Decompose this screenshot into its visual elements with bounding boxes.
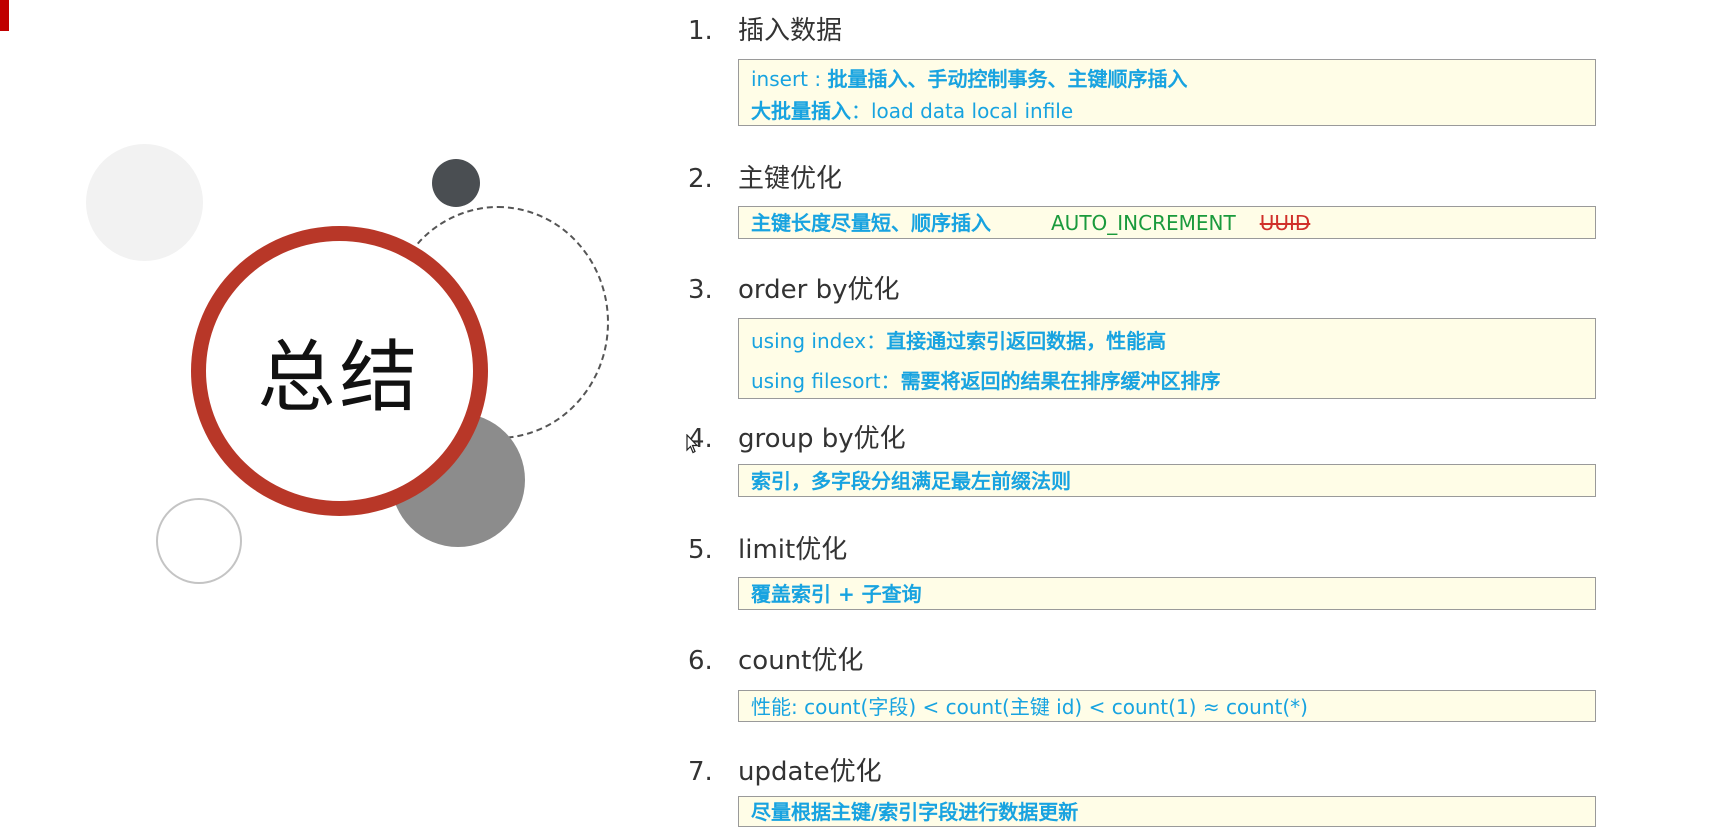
decor-circle-dark — [432, 159, 480, 207]
decor-circle-light — [86, 144, 203, 261]
section-box: 尽量根据主键/索引字段进行数据更新 — [738, 796, 1596, 827]
section-number: 2. — [688, 164, 713, 194]
summary-title: 总结 — [257, 333, 422, 423]
line-text: 覆盖索引 + 子查询 — [751, 582, 922, 606]
section-box: 索引，多字段分组满足最左前缀法则 — [738, 464, 1596, 497]
section-number: 6. — [688, 646, 713, 676]
section-limit: 5. limit优化 覆盖索引 + 子查询 — [688, 529, 1598, 610]
section-box: insert : 批量插入、手动控制事务、主键顺序插入 大批量插入：load d… — [738, 59, 1596, 126]
corner-accent-mark — [0, 0, 9, 31]
summary-circle: 总结 — [191, 226, 488, 516]
line-value: 直接通过索引返回数据，性能高 — [886, 329, 1167, 353]
section-insert: 1. 插入数据 insert : 批量插入、手动控制事务、主键顺序插入 大批量插… — [688, 10, 1598, 126]
section-title: update优化 — [738, 757, 882, 787]
line-key: 大批量插入 — [751, 99, 851, 123]
section-title: group by优化 — [738, 424, 906, 454]
section-primary-key: 2. 主键优化 主键长度尽量短、顺序插入 AUTO_INCREMENT UUID — [688, 158, 1598, 239]
line-key: using filesort： — [751, 369, 901, 393]
auto-increment-label: AUTO_INCREMENT — [1051, 211, 1236, 235]
mouse-pointer-icon — [686, 434, 698, 454]
line-text: 尽量根据主键/索引字段进行数据更新 — [751, 800, 1079, 824]
section-count: 6. count优化 性能: count(字段) < count(主键 id) … — [688, 640, 1598, 722]
line-value: 批量插入、手动控制事务、主键顺序插入 — [827, 67, 1188, 91]
section-number: 5. — [688, 535, 713, 565]
decor-circle-outline — [156, 498, 242, 584]
line-text: 索引，多字段分组满足最左前缀法则 — [751, 469, 1071, 493]
section-title: limit优化 — [738, 535, 848, 565]
line-text: 主键长度尽量短、顺序插入 — [751, 211, 991, 235]
section-box: 主键长度尽量短、顺序插入 AUTO_INCREMENT UUID — [738, 206, 1596, 239]
section-group-by: 4. group by优化 索引，多字段分组满足最左前缀法则 — [688, 418, 1598, 497]
uuid-strikethrough: UUID — [1259, 211, 1311, 235]
line-text: 性能: count(字段) < count(主键 id) < count(1) … — [751, 695, 1308, 719]
section-title: 主键优化 — [738, 164, 843, 194]
line-key: using index： — [751, 329, 887, 353]
section-title: count优化 — [738, 646, 864, 676]
section-title: 插入数据 — [738, 16, 843, 46]
section-number: 1. — [688, 16, 713, 46]
line-value: 需要将返回的结果在排序缓冲区排序 — [900, 369, 1221, 393]
section-box: using index：直接通过索引返回数据，性能高 using filesor… — [738, 318, 1596, 399]
section-update: 7. update优化 尽量根据主键/索引字段进行数据更新 — [688, 751, 1598, 827]
section-number: 7. — [688, 757, 713, 787]
section-title: order by优化 — [738, 275, 900, 305]
section-box: 覆盖索引 + 子查询 — [738, 577, 1596, 610]
section-box: 性能: count(字段) < count(主键 id) < count(1) … — [738, 690, 1596, 722]
section-number: 3. — [688, 275, 713, 305]
line-key: insert : — [751, 67, 828, 91]
section-order-by: 3. order by优化 using index：直接通过索引返回数据，性能高… — [688, 269, 1598, 399]
line-value: ：load data local infile — [851, 99, 1074, 123]
